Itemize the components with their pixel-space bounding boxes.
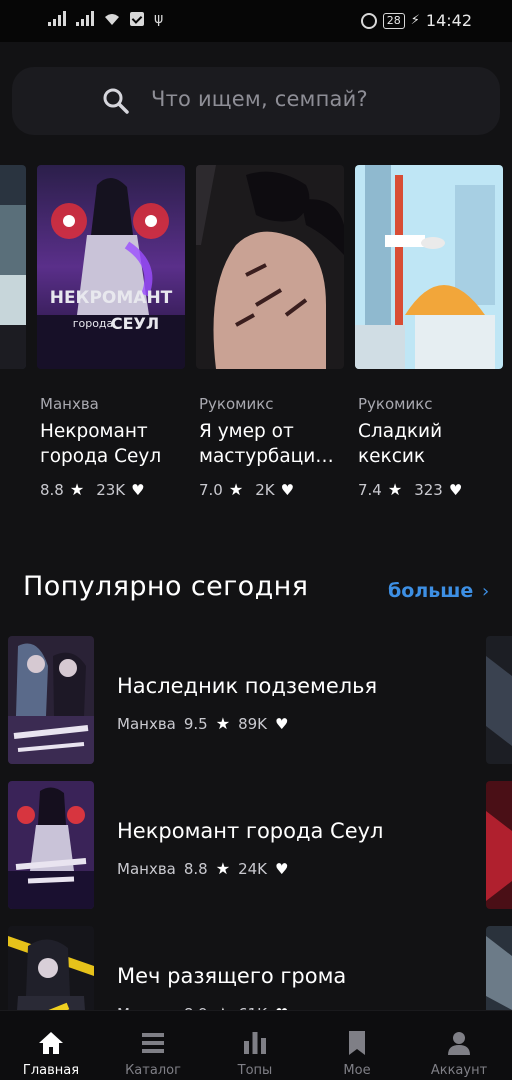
search-icon bbox=[103, 88, 129, 114]
likes-value: 23K bbox=[96, 480, 126, 499]
home-icon bbox=[39, 1032, 63, 1054]
star-icon: ★ bbox=[69, 480, 85, 499]
card-title-line2: города Сеул bbox=[40, 446, 162, 467]
item-type: Манхва bbox=[117, 859, 176, 878]
alarm-icon bbox=[360, 12, 377, 29]
item-title: Меч разящего грома bbox=[117, 964, 347, 988]
catalog-icon bbox=[142, 1033, 164, 1053]
rating-value: 7.0 bbox=[199, 480, 223, 499]
cellular-signal-icon bbox=[48, 10, 66, 26]
carousel-card[interactable]: Рукомикс Я умер от мастурбаци… 7.0 ★ 2K … bbox=[196, 165, 344, 499]
item-title: Некромант города Сеул bbox=[117, 819, 384, 843]
star-icon: ★ bbox=[387, 480, 403, 499]
nav-catalog[interactable]: Каталог bbox=[102, 1011, 204, 1080]
item-meta: Манхва 9.5 ★ 89K ♥ bbox=[117, 714, 288, 733]
rating-value: 8.8 bbox=[40, 480, 64, 499]
star-icon: ★ bbox=[215, 859, 231, 878]
star-icon: ★ bbox=[228, 480, 244, 499]
peek-card[interactable] bbox=[486, 781, 512, 909]
cover-image bbox=[0, 165, 26, 369]
cover-image bbox=[8, 636, 94, 764]
search-placeholder: Что ищем, семпай? bbox=[151, 87, 368, 111]
cover-image bbox=[355, 165, 503, 369]
status-bar: ψ 28 ⚡ 14:42 bbox=[0, 0, 512, 42]
list-item[interactable]: Наследник подземелья Манхва 9.5 ★ 89K ♥ bbox=[0, 636, 512, 766]
card-stats: 8.8 ★ 23K ♥ bbox=[40, 480, 145, 499]
list-item[interactable]: Некромант города Сеул Манхва 8.8 ★ 24K ♥ bbox=[0, 781, 512, 911]
battery-indicator: 28 bbox=[382, 12, 405, 29]
nav-label: Аккаунт bbox=[430, 1063, 488, 1078]
cover-image bbox=[196, 165, 344, 369]
cover-image bbox=[8, 781, 94, 909]
card-title: Некромант города Сеул bbox=[40, 419, 190, 469]
rating-value: 9.5 bbox=[183, 714, 208, 733]
card-title-line1: Я умер от bbox=[199, 421, 294, 442]
cover-image: НЕКРОМАНТ города СЕУЛ bbox=[37, 165, 185, 369]
likes-value: 2K bbox=[255, 480, 275, 499]
nav-label: Мое bbox=[343, 1063, 371, 1078]
card-title: Сладкий кексик bbox=[358, 419, 508, 469]
card-title: Я умер от мастурбаци… bbox=[199, 419, 349, 469]
heart-icon: ♥ bbox=[275, 714, 289, 733]
likes-value: 24K bbox=[238, 859, 267, 878]
likes-value: 89K bbox=[238, 714, 267, 733]
chevron-right-icon[interactable]: › bbox=[482, 581, 489, 602]
usb-icon: ψ bbox=[154, 11, 164, 27]
cellular-signal-2-icon bbox=[76, 10, 94, 26]
nav-label: Топы bbox=[237, 1063, 273, 1078]
search-bar[interactable]: Что ищем, семпай? bbox=[12, 67, 500, 135]
nav-account[interactable]: Аккаунт bbox=[408, 1011, 510, 1080]
nav-tops[interactable]: Топы bbox=[204, 1011, 306, 1080]
card-type: Манхва bbox=[40, 395, 99, 413]
rating-value: 7.4 bbox=[358, 480, 382, 499]
nav-label: Главная bbox=[22, 1063, 80, 1078]
likes-value: 323 bbox=[414, 480, 443, 499]
item-title: Наследник подземелья bbox=[117, 674, 378, 698]
heart-icon: ♥ bbox=[280, 480, 295, 499]
checkbox-notification-icon bbox=[130, 12, 144, 26]
card-stats: 7.4 ★ 323 ♥ bbox=[358, 480, 462, 499]
item-type: Манхва bbox=[117, 714, 176, 733]
cover-title-line2: города bbox=[73, 317, 114, 330]
card-title-line1: Некромант bbox=[40, 421, 148, 442]
carousel-card-partial[interactable] bbox=[0, 165, 26, 369]
cover-title-line3: СЕУЛ bbox=[111, 314, 159, 333]
card-stats: 7.0 ★ 2K ♥ bbox=[199, 480, 294, 499]
carousel-card[interactable]: Рукомикс Сладкий кексик 7.4 ★ 323 ♥ bbox=[355, 165, 503, 499]
nav-label: Каталог bbox=[125, 1063, 181, 1078]
section-title: Популярно сегодня bbox=[23, 571, 309, 602]
card-title-line1: Сладкий bbox=[358, 421, 443, 442]
charging-icon: ⚡ bbox=[410, 13, 420, 28]
peek-card[interactable] bbox=[486, 636, 512, 764]
item-meta: Манхва 8.8 ★ 24K ♥ bbox=[117, 859, 288, 878]
bottom-nav: Главная Каталог Топы Мое Аккаунт bbox=[0, 1010, 512, 1080]
account-icon bbox=[448, 1032, 470, 1055]
star-icon: ★ bbox=[215, 714, 231, 733]
more-link[interactable]: больше bbox=[388, 580, 473, 602]
nav-mine[interactable]: Мое bbox=[306, 1011, 408, 1080]
rating-value: 8.8 bbox=[183, 859, 208, 878]
card-title-line2: кексик bbox=[358, 446, 426, 467]
nav-home[interactable]: Главная bbox=[0, 1011, 102, 1080]
carousel-card[interactable]: НЕКРОМАНТ города СЕУЛ Манхва Некромант г… bbox=[37, 165, 185, 499]
card-type: Рукомикс bbox=[358, 395, 433, 413]
card-title-line2: мастурбаци… bbox=[199, 446, 334, 467]
clock: 14:42 bbox=[425, 11, 472, 30]
bookmark-icon bbox=[349, 1031, 365, 1055]
cover-title-line1: НЕКРОМАНТ bbox=[50, 288, 173, 308]
chart-icon bbox=[244, 1032, 266, 1054]
wifi-icon bbox=[105, 14, 119, 25]
app-screen: ψ 28 ⚡ 14:42 Что ищем, семпай? НЕКРОМАНТ… bbox=[0, 0, 512, 1080]
heart-icon: ♥ bbox=[131, 480, 145, 499]
heart-icon: ♥ bbox=[275, 859, 289, 878]
heart-icon: ♥ bbox=[448, 480, 463, 499]
card-type: Рукомикс bbox=[199, 395, 274, 413]
